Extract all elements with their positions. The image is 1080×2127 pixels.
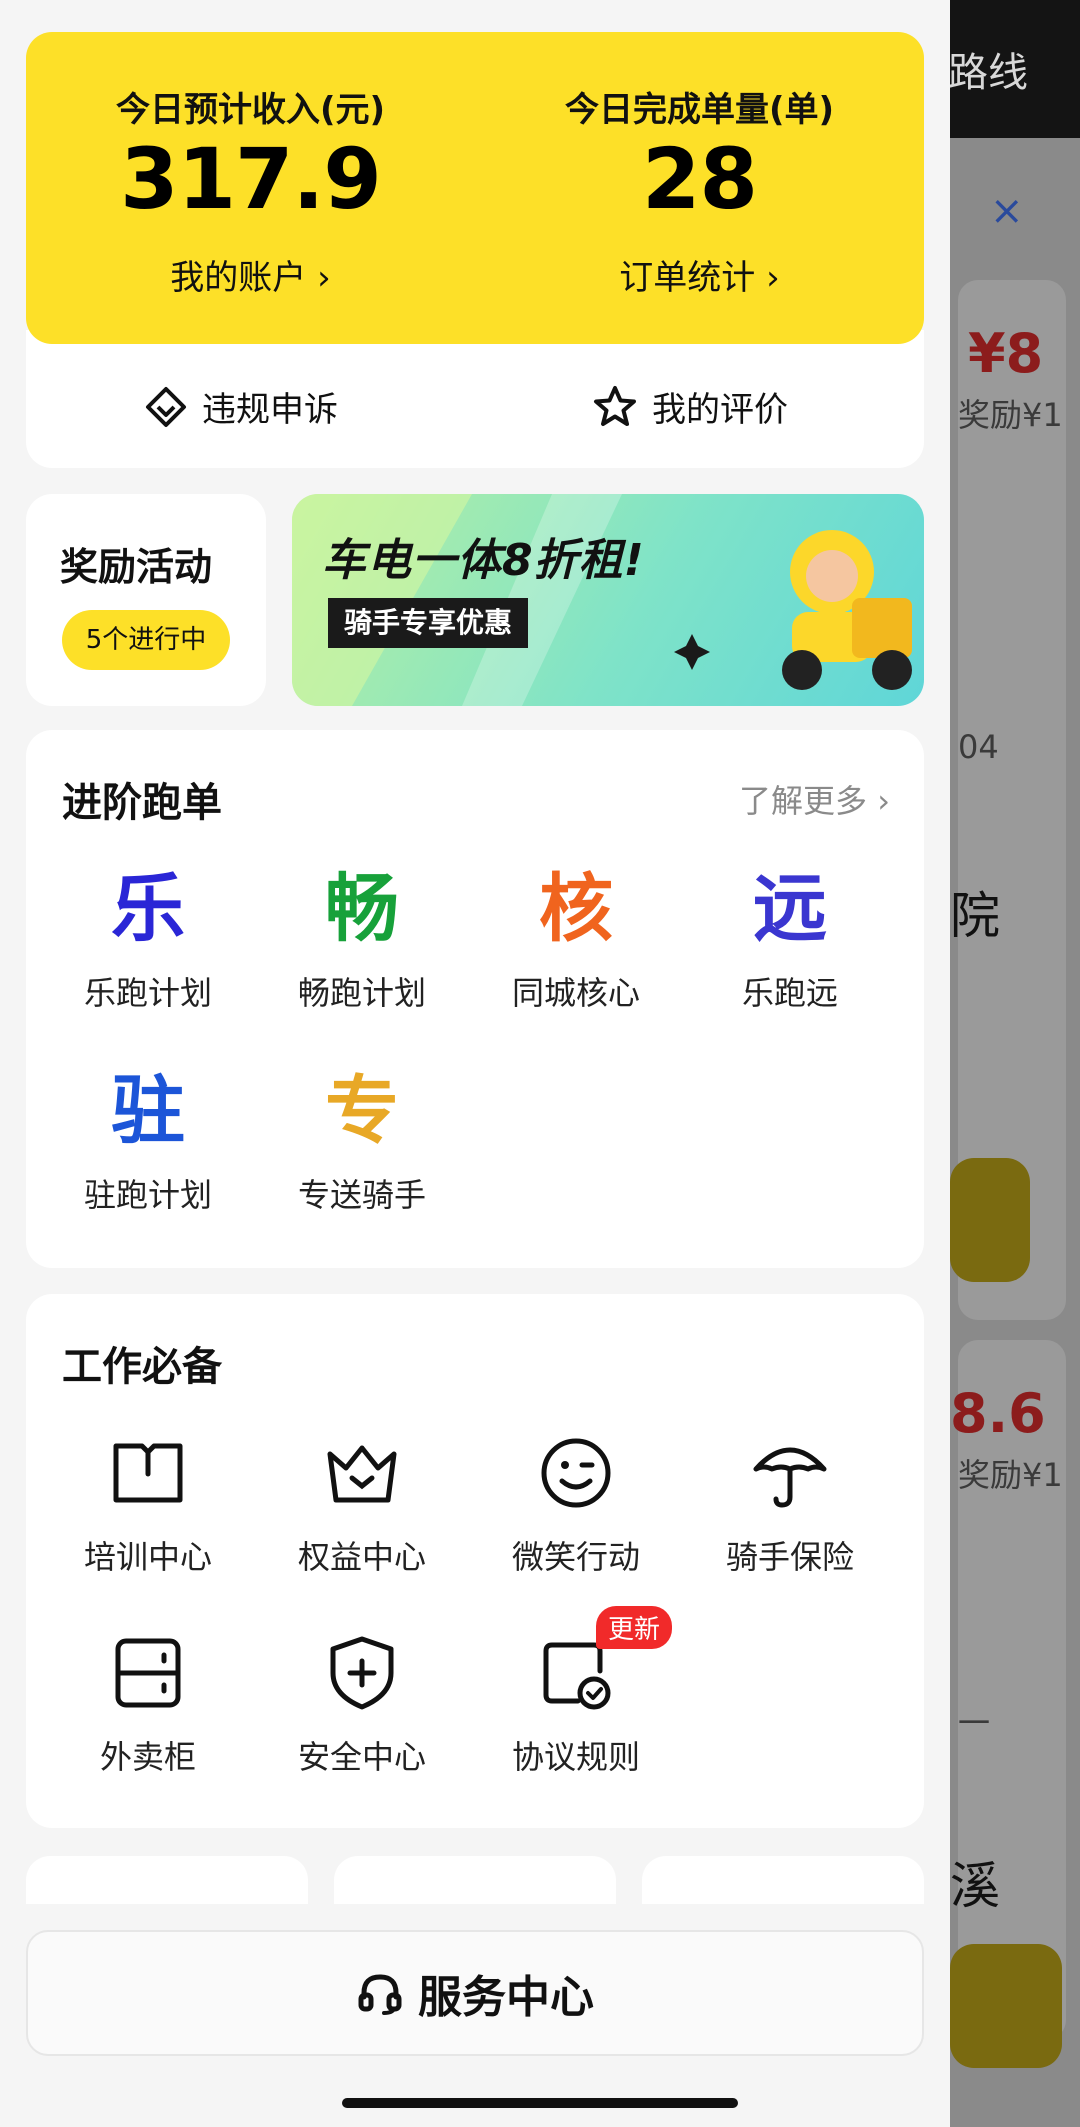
appeal-icon (146, 386, 186, 427)
rating-label: 我的评价 (652, 390, 788, 430)
earnings-sub-bar: 违规申诉 我的评价 (26, 330, 924, 468)
work-essentials-card: 工作必备 培训中心 权益中心 微笑行动 骑手保险 外卖柜 安全中心 更新 协议规… (26, 1294, 924, 1828)
locker-icon (115, 1638, 181, 1708)
my-account-link[interactable]: 我的账户 › (26, 250, 475, 299)
orders-value: 28 (642, 130, 758, 228)
zhupao-icon: 驻 (111, 1068, 185, 1154)
work-item-smile[interactable]: 微笑行动 (470, 1428, 682, 1578)
order-stats-link[interactable]: 订单统计 › (475, 250, 924, 299)
advanced-orders-title: 进阶跑单 (62, 780, 222, 826)
plan-item-dedicated[interactable]: 专 专送骑手 (256, 1066, 468, 1216)
update-badge: 更新 (596, 1606, 673, 1649)
smile-icon (541, 1438, 611, 1508)
plan-label: 乐跑计划 (83, 974, 212, 1012)
city-core-icon: 核 (539, 866, 613, 952)
advanced-orders-card: 进阶跑单 了解更多 › 乐 乐跑计划 畅 畅跑计划 核 同城核心 远 乐跑远 驻… (26, 730, 924, 1268)
background-fragment: 04 (958, 728, 999, 766)
shield-icon (330, 1636, 394, 1710)
appeal-button[interactable]: 违规申诉 (144, 382, 338, 431)
lepao-icon: 乐 (111, 866, 185, 952)
reward-activities[interactable]: 奖励活动 5个进行中 (26, 494, 266, 706)
changpao-icon: 畅 (325, 866, 399, 952)
background-price: 8.6 (950, 1382, 1046, 1445)
background-reward: 奖励¥1 (958, 1456, 1063, 1494)
dedicated-icon: 专 (325, 1068, 399, 1154)
plan-label: 驻跑计划 (83, 1176, 212, 1214)
reward-title: 奖励活动 (60, 545, 213, 589)
income-section[interactable]: 今日预计收入(元) 317.9 我的账户 › (26, 32, 475, 344)
work-item-label: 协议规则 (511, 1738, 640, 1776)
plan-label: 专送骑手 (297, 1176, 426, 1214)
earnings-card: 今日预计收入(元) 317.9 我的账户 › 今日完成单量(单) 28 订单统计… (26, 32, 924, 344)
orders-label: 今日完成单量(单) (564, 90, 835, 130)
work-item-safety[interactable]: 安全中心 (256, 1628, 468, 1778)
side-drawer: 违规申诉 我的评价 今日预计收入(元) 317.9 我的账户 › 今日完成单量(… (0, 0, 950, 2127)
work-item-training[interactable]: 培训中心 (42, 1428, 254, 1578)
service-center-label: 服务中心 (418, 1972, 594, 2023)
close-icon[interactable]: × (990, 188, 1024, 234)
work-item-label: 微笑行动 (511, 1538, 640, 1576)
plan-item-zhupao[interactable]: 驻 驻跑计划 (42, 1066, 254, 1216)
book-icon (113, 1443, 183, 1503)
plan-label: 同城核心 (511, 974, 640, 1012)
appeal-label: 违规申诉 (202, 390, 338, 430)
work-item-label: 骑手保险 (725, 1538, 854, 1576)
headset-icon (358, 1974, 402, 2015)
plan-item-changpao[interactable]: 畅 畅跑计划 (256, 864, 468, 1014)
crown-icon (327, 1445, 397, 1503)
plan-item-lepao-far[interactable]: 远 乐跑远 (684, 864, 896, 1014)
banner-headline: 车电一体8折租! (322, 535, 645, 586)
background-action-button (950, 1944, 1062, 2068)
work-item-label: 安全中心 (297, 1738, 426, 1776)
background-action-button (950, 1158, 1030, 1282)
umbrella-icon (753, 1447, 827, 1508)
work-item-label: 外卖柜 (99, 1738, 196, 1776)
background-fragment: 院 (950, 887, 1000, 945)
plan-item-city-core[interactable]: 核 同城核心 (470, 864, 682, 1014)
background-reward: 奖励¥1 (958, 396, 1063, 434)
promo-banner[interactable]: 车电一体8折租! 骑手专享优惠 (292, 494, 924, 706)
background-price: ¥8 (968, 322, 1044, 385)
plan-label: 畅跑计划 (297, 974, 426, 1012)
work-item-benefits[interactable]: 权益中心 (256, 1428, 468, 1578)
work-item-label: 权益中心 (297, 1538, 426, 1576)
home-indicator (342, 2098, 738, 2108)
reward-count-pill: 5个进行中 (62, 610, 230, 670)
star-icon (594, 385, 636, 426)
plan-label: 乐跑远 (741, 974, 838, 1012)
background-order-card (958, 1340, 1066, 2040)
background-fragment: 溪 (950, 1857, 1000, 1915)
work-item-agreement[interactable]: 更新 协议规则 (470, 1606, 682, 1778)
background-fragment: 一 (958, 1704, 991, 1742)
orders-section[interactable]: 今日完成单量(单) 28 订单统计 › (475, 32, 924, 344)
income-value: 317.9 (120, 130, 382, 228)
lepao-far-icon: 远 (753, 866, 827, 952)
learn-more-link[interactable]: 了解更多 › (739, 776, 890, 822)
work-essentials-title: 工作必备 (62, 1344, 222, 1390)
work-item-locker[interactable]: 外卖柜 (42, 1628, 254, 1778)
rating-button[interactable]: 我的评价 (592, 382, 788, 431)
work-item-label: 培训中心 (83, 1538, 212, 1576)
service-center-button[interactable]: 服务中心 (26, 1930, 924, 2056)
income-label: 今日预计收入(元) (115, 90, 386, 130)
banner-subtitle: 骑手专享优惠 (328, 598, 529, 648)
work-item-insurance[interactable]: 骑手保险 (684, 1428, 896, 1578)
plan-item-lepao[interactable]: 乐 乐跑计划 (42, 864, 254, 1014)
background-route-text: 路线 (948, 50, 1028, 96)
